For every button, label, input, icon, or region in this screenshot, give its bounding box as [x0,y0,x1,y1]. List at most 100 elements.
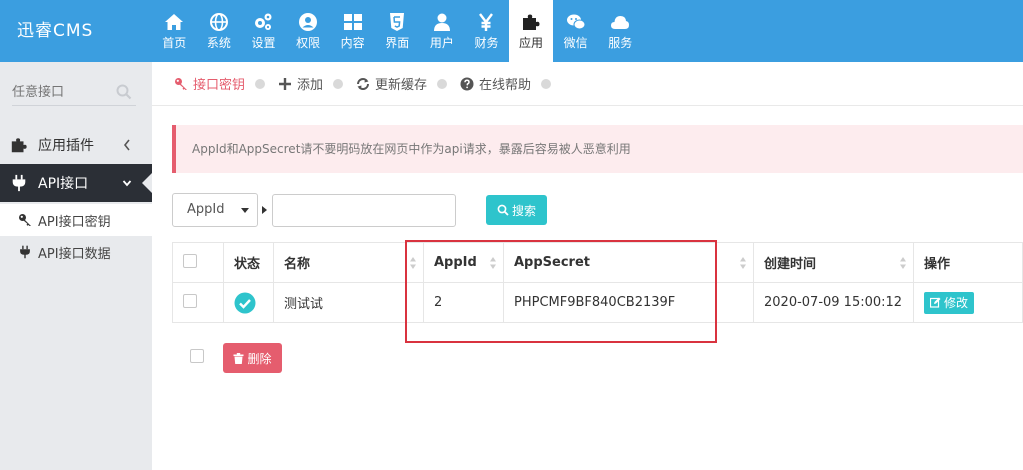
toolbar-item-label: 在线帮助 [479,78,532,93]
main-content: 接口密钥 添加 更新缓存 在线帮助 AppId和AppSecret请不要明码放在… [152,62,1023,470]
row-status-cell [223,282,274,323]
cogs-icon [253,12,273,32]
question-icon [460,77,474,91]
row-appid: 2 [423,282,504,323]
nav-label: 用户 [429,36,454,50]
filter-field-select[interactable]: AppId [172,193,258,227]
nav-item-finance[interactable]: 财务 [464,0,509,62]
nav-label: 界面 [385,36,410,50]
plus-icon [278,77,292,91]
sort-icon [900,257,906,269]
grid-icon [343,12,363,32]
sidebar-item-api-data[interactable]: API接口数据 [0,236,152,268]
sidebar: 应用插件 API接口 API接口密钥 API接口数据 [0,62,152,470]
sidebar-group-api[interactable]: API接口 [0,164,152,202]
trash-icon [233,352,244,364]
edit-icon [930,297,941,308]
globe-icon [209,12,229,32]
sidebar-item-label: API接口数据 [38,246,111,262]
chevron-down-icon [122,176,132,190]
toolbar-item-online-help[interactable]: 在线帮助 [460,74,531,93]
top-navbar: 迅睿CMS 首页 系统 设置 权限 内容 界面 用户 财务 应用 微信 服务 [0,0,1023,62]
separator-dot [255,78,266,89]
nav-label: 应用 [519,36,544,50]
row-appsecret: PHPCMF9BF840CB2139F [503,282,754,323]
row-checkbox[interactable] [183,293,197,308]
header-label: 创建时间 [764,257,817,272]
puzzle-icon [521,12,541,32]
cloud-icon [610,12,630,32]
sort-icon [410,257,416,269]
nav-item-system[interactable]: 系统 [197,0,242,62]
search-icon[interactable] [116,84,132,100]
app-logo[interactable]: 迅睿CMS [0,0,152,62]
nav-item-interface[interactable]: 界面 [375,0,420,62]
bulk-select-checkbox[interactable] [190,349,204,363]
toolbar-item-add[interactable]: 添加 [278,74,323,93]
separator-dot [437,78,448,89]
delete-button-label: 删除 [247,351,272,366]
user-circle-icon [298,12,318,32]
edit-button[interactable]: 修改 [924,291,975,314]
caret-down-icon [241,208,249,213]
nav-label: 系统 [206,36,231,50]
plug-icon [18,245,32,259]
row-name: 测试试 [273,282,424,323]
header-select-all [172,242,224,283]
toolbar-item-api-keys[interactable]: 接口密钥 [174,74,245,93]
sidebar-group-app-plugins[interactable]: 应用插件 [0,126,152,164]
nav-item-home[interactable]: 首页 [152,0,197,62]
refresh-icon [356,77,370,91]
header-label: AppId [434,255,477,270]
nav-item-apps[interactable]: 应用 [508,0,554,62]
sidebar-group-label: 应用插件 [38,138,94,154]
yen-icon [476,12,496,32]
main-nav: 首页 系统 设置 权限 内容 界面 用户 财务 应用 微信 服务 [152,0,643,62]
puzzle-icon [10,136,28,154]
header-appid[interactable]: AppId [423,242,504,283]
chevron-left-icon [122,138,132,152]
row-actions-cell: 修改 [913,282,1023,323]
wechat-icon [566,12,586,32]
table-row: 测试试 2 PHPCMF9BF840CB2139F 2020-07-09 15:… [172,282,1023,323]
filter-keyword-input[interactable] [272,194,456,227]
select-all-checkbox[interactable] [183,253,197,268]
search-button[interactable]: 搜索 [486,195,547,225]
nav-label: 财务 [474,36,499,50]
nav-item-service[interactable]: 服务 [598,0,643,62]
table-header-row: 状态 名称 AppId AppSecret 创建时间 操作 [172,242,1023,283]
toolbar-item-refresh-cache[interactable]: 更新缓存 [356,74,427,93]
nav-item-settings[interactable]: 设置 [241,0,286,62]
header-name[interactable]: 名称 [273,242,424,283]
nav-item-users[interactable]: 用户 [420,0,465,62]
header-created-time[interactable]: 创建时间 [753,242,914,283]
sidebar-search [12,79,136,106]
nav-label: 设置 [251,36,276,50]
sidebar-item-api-keys[interactable]: API接口密钥 [0,204,152,236]
warning-alert: AppId和AppSecret请不要明码放在网页中作为api请求，暴露后容易被人… [172,125,1023,173]
nav-label: 首页 [162,36,187,50]
row-select-cell [172,282,224,323]
filter-select-value: AppId [187,202,225,217]
header-appsecret[interactable]: AppSecret [503,242,754,283]
toolbar-item-label: 添加 [297,78,324,93]
delete-button[interactable]: 删除 [223,343,282,373]
nav-label: 微信 [563,36,588,50]
search-icon [497,204,509,216]
sidebar-search-input[interactable] [12,79,112,105]
nav-item-wechat[interactable]: 微信 [553,0,598,62]
nav-label: 内容 [340,36,365,50]
header-status: 状态 [223,242,274,283]
nav-item-permission[interactable]: 权限 [286,0,331,62]
home-icon [164,12,184,32]
toolbar-item-label: 接口密钥 [193,78,246,93]
nav-label: 服务 [608,36,633,50]
check-circle-icon[interactable] [234,292,256,314]
caret-right-icon [262,206,267,214]
row-created-time: 2020-07-09 15:00:12 [753,282,914,323]
nav-item-content[interactable]: 内容 [330,0,375,62]
html5-icon [387,12,407,32]
sort-icon [740,257,746,269]
key-icon [174,77,188,91]
separator-dot [541,78,552,89]
